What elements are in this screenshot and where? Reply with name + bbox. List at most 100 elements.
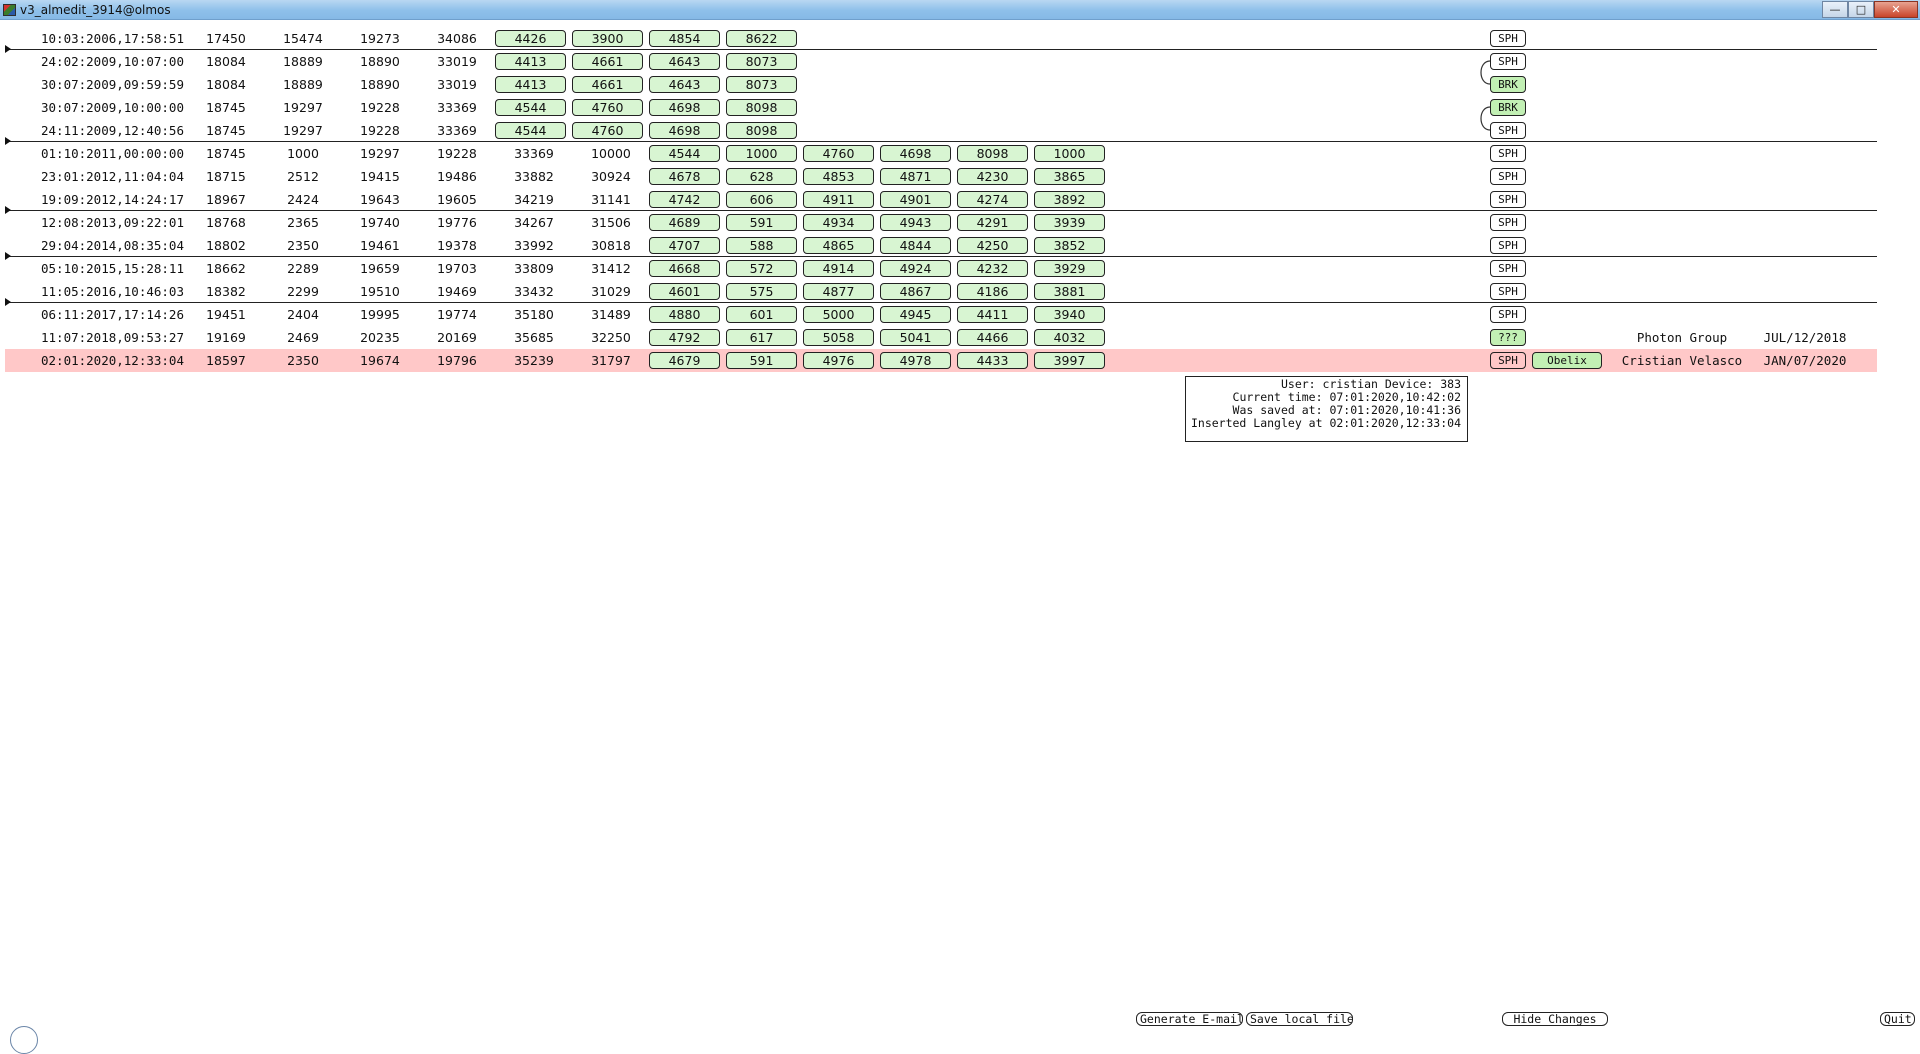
status-badge[interactable]: SPH — [1490, 191, 1526, 208]
value-field[interactable]: 4643 — [649, 53, 720, 70]
value-field[interactable]: 4433 — [957, 352, 1028, 369]
value-field[interactable]: 4544 — [495, 122, 566, 139]
table-row[interactable]: 30:07:2009,10:00:00 18745 19297 19228 33369 4… — [5, 96, 1877, 119]
table-row[interactable]: 19:09:2012,14:24:17 18967 2424 19643 19605 34… — [5, 188, 1877, 211]
value-field[interactable]: 5058 — [803, 329, 874, 346]
status-badge[interactable]: SPH — [1490, 237, 1526, 254]
value-field[interactable]: 4707 — [649, 237, 720, 254]
value-field[interactable]: 4679 — [649, 352, 720, 369]
value-field[interactable]: 4698 — [880, 145, 951, 162]
value-field[interactable]: 3852 — [1034, 237, 1105, 254]
status-badge[interactable]: SPH — [1490, 122, 1526, 139]
value-field[interactable]: 606 — [726, 191, 797, 208]
value-field[interactable]: 4544 — [495, 99, 566, 116]
value-field[interactable]: 3940 — [1034, 306, 1105, 323]
value-field[interactable]: 8098 — [957, 145, 1028, 162]
generate-email-button[interactable]: Generate E-mail — [1136, 1012, 1243, 1026]
value-field[interactable]: 4698 — [649, 122, 720, 139]
window-titlebar[interactable]: v3_almedit_3914@olmos — □ ✕ — [0, 0, 1920, 20]
value-field[interactable]: 4871 — [880, 168, 951, 185]
status-badge[interactable]: ??? — [1490, 329, 1526, 346]
value-field[interactable]: 4230 — [957, 168, 1028, 185]
value-field[interactable]: 4274 — [957, 191, 1028, 208]
value-field[interactable]: 572 — [726, 260, 797, 277]
table-row[interactable]: 11:05:2016,10:46:03 18382 2299 19510 19469 33… — [5, 280, 1877, 303]
table-row[interactable]: 23:01:2012,11:04:04 18715 2512 19415 19486 33… — [5, 165, 1877, 188]
value-field[interactable]: 4032 — [1034, 329, 1105, 346]
value-field[interactable]: 4854 — [649, 30, 720, 47]
value-field[interactable]: 5000 — [803, 306, 874, 323]
value-field[interactable]: 5041 — [880, 329, 951, 346]
value-field[interactable]: 4413 — [495, 76, 566, 93]
value-field[interactable]: 4924 — [880, 260, 951, 277]
value-field[interactable]: 3929 — [1034, 260, 1105, 277]
value-field[interactable]: 3900 — [572, 30, 643, 47]
table-row[interactable]: 02:01:2020,12:33:04 18597 2350 19674 19796 35… — [5, 349, 1877, 372]
value-field[interactable]: 4901 — [880, 191, 951, 208]
value-field[interactable]: 4978 — [880, 352, 951, 369]
value-field[interactable]: 4880 — [649, 306, 720, 323]
status-badge[interactable]: BRK — [1490, 76, 1526, 93]
value-field[interactable]: 3997 — [1034, 352, 1105, 369]
value-field[interactable]: 628 — [726, 168, 797, 185]
table-row[interactable]: 24:11:2009,12:40:56 18745 19297 19228 33369 4… — [5, 119, 1877, 142]
save-local-file-button[interactable]: Save local file — [1246, 1012, 1353, 1026]
value-field[interactable]: 4186 — [957, 283, 1028, 300]
status-badge[interactable]: SPH — [1490, 352, 1526, 369]
value-field[interactable]: 4643 — [649, 76, 720, 93]
value-field[interactable]: 1000 — [726, 145, 797, 162]
value-field[interactable]: 8098 — [726, 122, 797, 139]
value-field[interactable]: 591 — [726, 352, 797, 369]
status-badge[interactable]: SPH — [1490, 214, 1526, 231]
table-row[interactable]: 01:10:2011,00:00:00 18745 1000 19297 19228 33… — [5, 142, 1877, 165]
status-badge[interactable]: SPH — [1490, 260, 1526, 277]
table-row[interactable]: 10:03:2006,17:58:51 17450 15474 19273 34086 4… — [5, 27, 1877, 50]
value-field[interactable]: 4411 — [957, 306, 1028, 323]
value-field[interactable]: 8098 — [726, 99, 797, 116]
maximize-button[interactable]: □ — [1848, 1, 1874, 18]
value-field[interactable]: 4865 — [803, 237, 874, 254]
value-field[interactable]: 4792 — [649, 329, 720, 346]
value-field[interactable]: 4853 — [803, 168, 874, 185]
value-field[interactable]: 4877 — [803, 283, 874, 300]
value-field[interactable]: 588 — [726, 237, 797, 254]
value-field[interactable]: 617 — [726, 329, 797, 346]
status-badge[interactable]: SPH — [1490, 283, 1526, 300]
table-row[interactable]: 29:04:2014,08:35:04 18802 2350 19461 19378 33… — [5, 234, 1877, 257]
value-field[interactable]: 4943 — [880, 214, 951, 231]
value-field[interactable]: 601 — [726, 306, 797, 323]
value-field[interactable]: 4232 — [957, 260, 1028, 277]
value-field[interactable]: 3881 — [1034, 283, 1105, 300]
value-field[interactable]: 4976 — [803, 352, 874, 369]
hide-changes-button[interactable]: Hide Changes — [1502, 1012, 1608, 1026]
status-badge[interactable]: SPH — [1490, 30, 1526, 47]
table-row[interactable]: 11:07:2018,09:53:27 19169 2469 20235 20169 35… — [5, 326, 1877, 349]
table-row[interactable]: 24:02:2009,10:07:00 18084 18889 18890 33019 4… — [5, 50, 1877, 73]
value-field[interactable]: 3892 — [1034, 191, 1105, 208]
status-badge[interactable]: SPH — [1490, 53, 1526, 70]
status-badge[interactable]: SPH — [1490, 145, 1526, 162]
value-field[interactable]: 4760 — [572, 99, 643, 116]
status-badge[interactable]: SPH — [1490, 306, 1526, 323]
value-field[interactable]: 4911 — [803, 191, 874, 208]
value-field[interactable]: 4291 — [957, 214, 1028, 231]
minimize-button[interactable]: — — [1822, 1, 1848, 18]
status-badge[interactable]: SPH — [1490, 168, 1526, 185]
status-badge[interactable]: BRK — [1490, 99, 1526, 116]
value-field[interactable]: 4413 — [495, 53, 566, 70]
value-field[interactable]: 4601 — [649, 283, 720, 300]
value-field[interactable]: 8073 — [726, 53, 797, 70]
value-field[interactable]: 4466 — [957, 329, 1028, 346]
value-field[interactable]: 4914 — [803, 260, 874, 277]
close-button[interactable]: ✕ — [1874, 1, 1918, 18]
value-field[interactable]: 4867 — [880, 283, 951, 300]
value-field[interactable]: 4661 — [572, 76, 643, 93]
table-row[interactable]: 30:07:2009,09:59:59 18084 18889 18890 33019 4… — [5, 73, 1877, 96]
value-field[interactable]: 1000 — [1034, 145, 1105, 162]
value-field[interactable]: 4661 — [572, 53, 643, 70]
value-field[interactable]: 4844 — [880, 237, 951, 254]
value-field[interactable]: 4945 — [880, 306, 951, 323]
value-field[interactable]: 4250 — [957, 237, 1028, 254]
value-field[interactable]: 4426 — [495, 30, 566, 47]
value-field[interactable]: 8073 — [726, 76, 797, 93]
